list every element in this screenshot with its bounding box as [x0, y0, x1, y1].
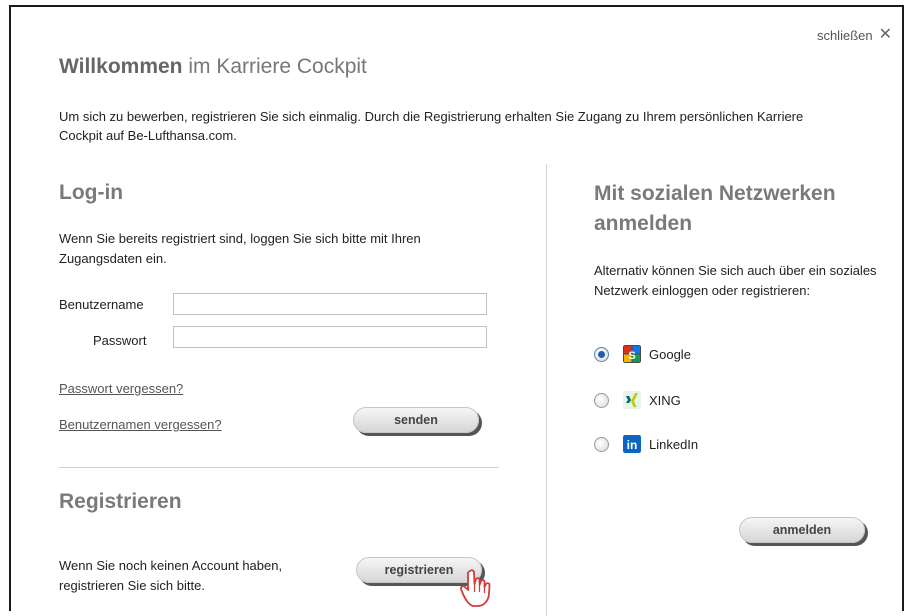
google-label: Google	[649, 346, 691, 362]
password-label: Passwort	[93, 333, 147, 348]
login-heading: Log-in	[59, 181, 124, 204]
send-button[interactable]: senden	[353, 407, 479, 433]
close-label: schließen	[816, 27, 873, 43]
svg-text:in: in	[627, 438, 638, 452]
hand-pointer-icon	[460, 569, 491, 607]
sign-in-button[interactable]: anmelden	[739, 517, 865, 543]
username-input[interactable]	[173, 293, 487, 315]
forgot-username-link[interactable]: Benutzernamen vergessen?	[59, 417, 222, 432]
dialog-title: Willkommen im Karriere Cockpit	[59, 55, 367, 79]
xing-icon	[623, 391, 641, 409]
google-radio[interactable]	[594, 346, 609, 362]
forgot-password-link[interactable]: Passwort vergessen?	[59, 381, 183, 396]
intro-text: Um sich zu bewerben, registrieren Sie si…	[59, 109, 804, 143]
google-icon: S	[623, 345, 641, 363]
social-option-linkedin[interactable]: in LinkedIn	[594, 435, 698, 453]
social-heading: Mit sozialen Netzwerken anmelden	[594, 182, 836, 235]
username-label: Benutzername	[59, 297, 144, 312]
title-bold: Willkommen	[59, 55, 183, 78]
close-button[interactable]: schließen ✕	[817, 27, 892, 43]
linkedin-icon: in	[623, 435, 641, 453]
linkedin-radio[interactable]	[594, 436, 609, 452]
svg-text:S: S	[628, 350, 635, 362]
login-description: Wenn Sie bereits registriert sind, logge…	[59, 231, 421, 266]
send-button-label: senden	[394, 413, 438, 427]
register-button-label: registrieren	[384, 563, 454, 577]
close-icon: ✕	[878, 26, 892, 43]
xing-label: XING	[649, 392, 681, 408]
sign-in-button-label: anmelden	[772, 523, 832, 537]
linkedin-label: LinkedIn	[649, 436, 699, 452]
column-divider	[546, 164, 547, 616]
xing-radio[interactable]	[594, 392, 609, 408]
social-option-xing[interactable]: XING	[594, 391, 681, 409]
password-input[interactable]	[173, 326, 487, 348]
login-dialog: schließen ✕ Willkommen im Karriere Cockp…	[9, 5, 904, 616]
social-option-google[interactable]: S Google	[594, 345, 691, 363]
social-description: Alternativ können Sie sich auch über ein…	[594, 263, 877, 298]
register-description: Wenn Sie noch keinen Account haben, regi…	[59, 558, 283, 593]
title-rest: im Karriere Cockpit	[182, 55, 367, 78]
section-divider	[59, 467, 499, 468]
register-heading: Registrieren	[59, 490, 182, 513]
